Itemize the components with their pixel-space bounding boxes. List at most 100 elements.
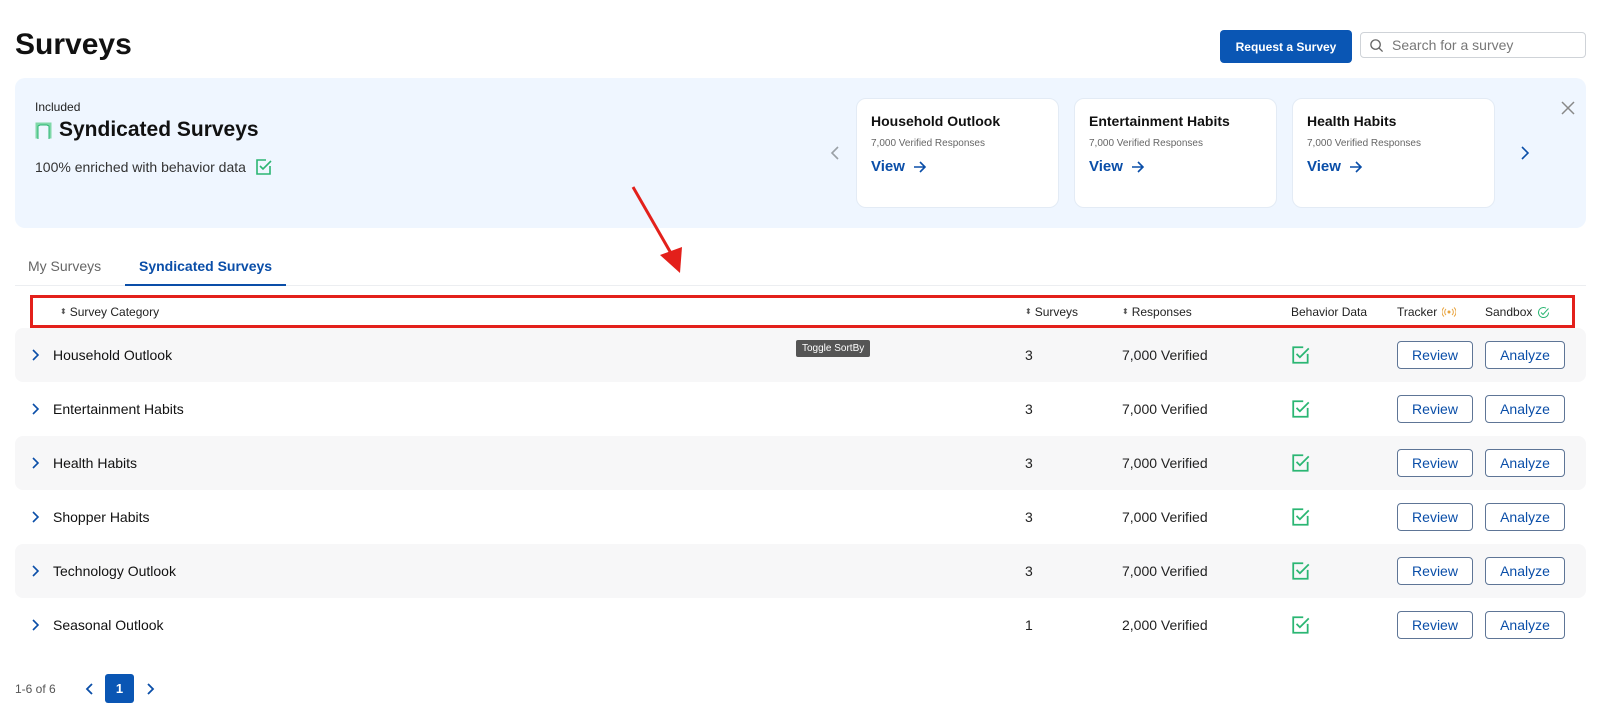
checkbox-checked-icon xyxy=(1292,454,1310,472)
card-responses: 7,000 Verified Responses xyxy=(1307,138,1421,149)
arrow-right-icon xyxy=(1131,160,1145,173)
tab-syndicated-surveys[interactable]: Syndicated Surveys xyxy=(125,258,287,286)
review-button[interactable]: Review xyxy=(1397,503,1473,531)
table-header: ⬍ Survey Category ⬍ Surveys ⬍ Responses Beh… xyxy=(15,297,1586,327)
table-row: Entertainment Habits 3 7,000 Verified Re… xyxy=(15,382,1586,436)
review-button[interactable]: Review xyxy=(1397,341,1473,369)
search-input[interactable] xyxy=(1392,37,1572,53)
row-responses: 7,000 Verified xyxy=(1122,347,1208,363)
header-sandbox: Sandbox xyxy=(1485,305,1550,319)
analyze-button[interactable]: Analyze xyxy=(1485,449,1565,477)
row-responses: 7,000 Verified xyxy=(1122,563,1208,579)
row-responses: 7,000 Verified xyxy=(1122,509,1208,525)
check-circle-icon xyxy=(1538,306,1550,318)
carousel-next-button[interactable] xyxy=(1515,143,1535,163)
row-surveys: 3 xyxy=(1025,455,1033,471)
row-name: Household Outlook xyxy=(53,347,173,363)
chevron-right-icon[interactable] xyxy=(29,509,43,525)
carousel-prev-button[interactable] xyxy=(825,143,845,163)
review-button[interactable]: Review xyxy=(1397,611,1473,639)
card-title: Household Outlook xyxy=(871,113,1001,129)
chevron-right-icon[interactable] xyxy=(29,347,43,363)
arrow-right-icon xyxy=(913,160,927,173)
banner-eyebrow: Included xyxy=(35,100,81,114)
banner-subtitle-row: 100% enriched with behavior data xyxy=(35,158,273,176)
chevron-left-icon xyxy=(85,683,93,695)
row-responses: 2,000 Verified xyxy=(1122,617,1208,633)
chevron-right-icon[interactable] xyxy=(29,401,43,417)
sort-tooltip: Toggle SortBy xyxy=(796,340,871,357)
chevron-right-icon xyxy=(147,683,155,695)
row-name: Shopper Habits xyxy=(53,509,150,525)
header-survey-category[interactable]: ⬍ Survey Category xyxy=(60,305,159,319)
row-responses: 7,000 Verified xyxy=(1122,401,1208,417)
survey-card: Health Habits 7,000 Verified Responses V… xyxy=(1292,98,1495,208)
checkbox-checked-icon xyxy=(1292,508,1310,526)
row-name: Technology Outlook xyxy=(53,563,176,579)
card-responses: 7,000 Verified Responses xyxy=(1089,138,1203,149)
table-row: Shopper Habits 3 7,000 Verified Review A… xyxy=(15,490,1586,544)
tab-bar: My Surveys Syndicated Surveys xyxy=(15,250,1586,286)
header-responses[interactable]: ⬍ Responses xyxy=(1122,305,1192,319)
header-tracker: Tracker xyxy=(1397,305,1457,319)
broadcast-icon xyxy=(1442,307,1457,317)
review-button[interactable]: Review xyxy=(1397,395,1473,423)
search-icon xyxy=(1370,38,1384,52)
row-name: Entertainment Habits xyxy=(53,401,184,417)
card-responses: 7,000 Verified Responses xyxy=(871,138,985,149)
card-view-link[interactable]: View xyxy=(871,158,1044,175)
search-box[interactable] xyxy=(1360,32,1586,58)
review-button[interactable]: Review xyxy=(1397,449,1473,477)
row-surveys: 3 xyxy=(1025,509,1033,525)
checkbox-checked-icon xyxy=(1292,346,1310,364)
pagination-next-button[interactable] xyxy=(142,680,158,698)
row-responses: 7,000 Verified xyxy=(1122,455,1208,471)
checkbox-checked-icon xyxy=(256,159,272,175)
chevron-right-icon[interactable] xyxy=(29,617,43,633)
banner-close-button[interactable] xyxy=(1558,98,1578,118)
analyze-button[interactable]: Analyze xyxy=(1485,611,1565,639)
row-surveys: 3 xyxy=(1025,401,1033,417)
syndicated-banner: Included Syndicated Surveys 100% enriche… xyxy=(15,78,1586,228)
row-surveys: 1 xyxy=(1025,617,1033,633)
pagination-range: 1-6 of 6 xyxy=(15,682,56,696)
page-title: Surveys xyxy=(15,28,132,61)
request-survey-button[interactable]: Request a Survey xyxy=(1220,30,1352,63)
banner-title: Syndicated Surveys xyxy=(59,118,259,141)
checkbox-checked-icon xyxy=(1292,562,1310,580)
card-view-link[interactable]: View xyxy=(1307,158,1480,175)
row-name: Seasonal Outlook xyxy=(53,617,164,633)
tab-my-surveys[interactable]: My Surveys xyxy=(28,258,101,284)
chevron-right-icon[interactable] xyxy=(29,563,43,579)
pagination-page-1[interactable]: 1 xyxy=(105,674,134,703)
review-button[interactable]: Review xyxy=(1397,557,1473,585)
banner-subtitle: 100% enriched with behavior data xyxy=(35,159,246,175)
analyze-button[interactable]: Analyze xyxy=(1485,395,1565,423)
syndicated-logo-icon xyxy=(35,122,52,139)
checkbox-checked-icon xyxy=(1292,400,1310,418)
sort-icon: ⬍ xyxy=(60,307,67,316)
card-view-link[interactable]: View xyxy=(1089,158,1262,175)
survey-card: Entertainment Habits 7,000 Verified Resp… xyxy=(1074,98,1277,208)
header-surveys[interactable]: ⬍ Surveys xyxy=(1025,305,1078,319)
row-surveys: 3 xyxy=(1025,347,1033,363)
checkbox-checked-icon xyxy=(1292,616,1310,634)
table-row: Technology Outlook 3 7,000 Verified Revi… xyxy=(15,544,1586,598)
arrow-right-icon xyxy=(1349,160,1363,173)
row-name: Health Habits xyxy=(53,455,138,471)
analyze-button[interactable]: Analyze xyxy=(1485,503,1565,531)
analyze-button[interactable]: Analyze xyxy=(1485,341,1565,369)
chevron-right-icon xyxy=(1521,146,1530,160)
banner-title-row: Syndicated Surveys xyxy=(35,118,259,142)
sort-icon: ⬍ xyxy=(1025,307,1032,316)
survey-card: Household Outlook 7,000 Verified Respons… xyxy=(856,98,1059,208)
analyze-button[interactable]: Analyze xyxy=(1485,557,1565,585)
card-title: Health Habits xyxy=(1307,113,1397,129)
table-row: Seasonal Outlook 1 2,000 Verified Review… xyxy=(15,598,1586,652)
close-icon xyxy=(1561,101,1575,115)
pagination-prev-button[interactable] xyxy=(82,680,98,698)
table-row: Health Habits 3 7,000 Verified Review An… xyxy=(15,436,1586,490)
chevron-right-icon[interactable] xyxy=(29,455,43,471)
row-surveys: 3 xyxy=(1025,563,1033,579)
sort-icon: ⬍ xyxy=(1122,307,1129,316)
